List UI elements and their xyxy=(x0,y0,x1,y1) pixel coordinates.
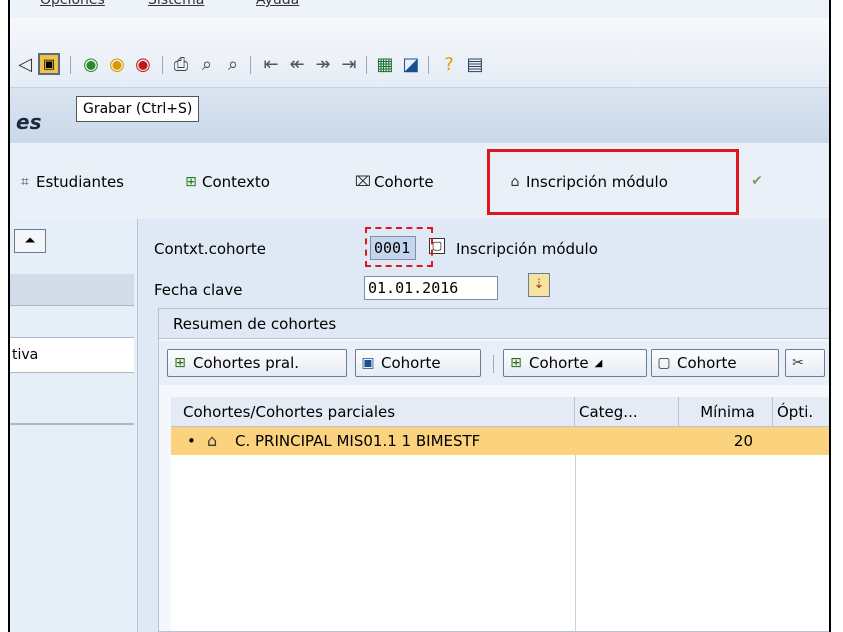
grid-header: Cohortes/Cohortes parciales Categ... Mín… xyxy=(171,397,829,427)
cancel-icon[interactable]: ◉ xyxy=(132,53,154,75)
toolbar-separator xyxy=(70,56,71,74)
save-tooltip: Grabar (Ctrl+S) xyxy=(76,96,200,122)
cohort-minima: 20 xyxy=(733,432,753,450)
cohort-main-icon: ⌂ xyxy=(207,431,218,450)
cohorte-button-2-label: Cohorte xyxy=(529,354,589,372)
menu-opciones[interactable]: Opciones xyxy=(40,0,105,8)
expand-button[interactable]: ⏶ xyxy=(14,229,46,253)
help-icon[interactable]: ? xyxy=(438,53,460,75)
estudiantes-label: Estudiantes xyxy=(36,173,124,191)
left-panel-row[interactable]: tiva xyxy=(10,337,134,373)
check-button[interactable]: ✔ xyxy=(748,173,768,189)
cohorte-button-3-label: Cohorte xyxy=(677,354,737,372)
menu-bar: Opciones Sistema Ayuda xyxy=(10,0,829,18)
dropdown-arrow-icon: ◢ xyxy=(594,357,603,369)
tree-bullet-icon: • xyxy=(187,432,196,450)
cohorte-button[interactable]: ⌧ Cohorte xyxy=(354,173,434,191)
layout-icon[interactable]: ▤ xyxy=(464,53,486,75)
prev-page-icon[interactable]: ↞ xyxy=(286,53,308,75)
focus-marker xyxy=(365,227,433,267)
left-panel-header xyxy=(10,274,134,306)
save-icon[interactable]: ▣ xyxy=(38,53,60,75)
fecha-clave-label: Fecha clave xyxy=(154,281,243,299)
find-icon[interactable]: ⌕ xyxy=(196,53,218,75)
page-title: es xyxy=(16,110,42,134)
cohorte-button-1[interactable]: ▣ Cohorte xyxy=(355,349,481,377)
students-icon: ⌗ xyxy=(21,174,29,190)
hierarchy-icon: ⊞ xyxy=(174,355,186,371)
menu-sistema[interactable]: Sistema xyxy=(148,0,204,8)
back-arrow-icon[interactable]: ◁ xyxy=(14,53,36,75)
cohorte-button-3[interactable]: ▢ Cohorte xyxy=(651,349,779,377)
contexto-description: Inscripción módulo xyxy=(456,240,598,258)
cohorte-button-1-label: Cohorte xyxy=(381,354,441,372)
last-page-icon[interactable]: ⇥ xyxy=(338,53,360,75)
cohortes-pral-label: Cohortes pral. xyxy=(193,354,300,372)
context-icon: ⊞ xyxy=(185,174,197,190)
contexto-label: Contexto xyxy=(202,173,270,191)
cohort-overview-panel: Resumen de cohortes ⊞ Cohortes pral. ▣ C… xyxy=(158,308,829,632)
menu-ayuda[interactable]: Ayuda xyxy=(256,0,299,8)
toolbar-separator xyxy=(162,56,163,74)
first-page-icon[interactable]: ⇤ xyxy=(260,53,282,75)
column-cohortes[interactable]: Cohortes/Cohortes parciales xyxy=(171,397,575,427)
fecha-clave-field[interactable]: 01.01.2016 xyxy=(364,276,498,300)
contexto-button[interactable]: ⊞ Contexto xyxy=(182,173,270,191)
column-categoria[interactable]: Categ... xyxy=(575,397,679,427)
estudiantes-button[interactable]: ⌗ Estudiantes xyxy=(16,173,124,191)
create-hierarchy-icon: ⊞ xyxy=(510,355,522,371)
contexto-cohorte-label: Contxt.cohorte xyxy=(154,240,266,258)
cohort-name: C. PRINCIPAL MIS01.1 1 BIMESTF xyxy=(235,432,481,450)
table-row[interactable]: • ⌂ C. PRINCIPAL MIS01.1 1 BIMESTF 20 xyxy=(171,427,829,455)
panel-toolbar: ⊞ Cohortes pral. ▣ Cohorte ⊞ Cohorte ◢ ▢… xyxy=(159,341,829,385)
new-session-icon[interactable]: ▦ xyxy=(374,53,396,75)
highlight-box xyxy=(487,149,739,215)
binoculars-icon: ⌧ xyxy=(354,174,372,190)
delete-button[interactable]: ✂ xyxy=(785,349,825,377)
column-optima[interactable]: Ópti. xyxy=(773,397,829,427)
grid-body xyxy=(171,455,829,631)
shortcut-icon[interactable]: ◪ xyxy=(400,53,422,75)
panel-toolbar-separator xyxy=(493,355,494,373)
left-panel-divider xyxy=(10,423,134,425)
cohortes-pral-button[interactable]: ⊞ Cohortes pral. xyxy=(167,349,347,377)
column-minima[interactable]: Mínima xyxy=(679,397,773,427)
exit-icon[interactable]: ◉ xyxy=(106,53,128,75)
left-panel: ⏶ tiva xyxy=(10,219,138,632)
check-icon: ✔ xyxy=(751,173,763,189)
toolbar-separator xyxy=(366,56,367,74)
calendar-icon[interactable]: ⇣ xyxy=(528,273,550,297)
find-next-icon[interactable]: ⌕ xyxy=(222,53,244,75)
sap-window: Opciones Sistema Ayuda ◁ ▣ ◉ ◉ ◉ ⎙ ⌕ ⌕ ⇤… xyxy=(8,0,831,632)
new-document-icon: ▢ xyxy=(657,355,671,371)
scissors-icon: ✂ xyxy=(792,355,804,371)
grid-column-divider xyxy=(575,455,576,631)
display-icon: ▣ xyxy=(361,355,375,371)
green-back-icon[interactable]: ◉ xyxy=(80,53,102,75)
standard-toolbar: ◁ ▣ ◉ ◉ ◉ ⎙ ⌕ ⌕ ⇤ ↞ ↠ ⇥ ▦ ◪ ? ▤ xyxy=(10,18,829,88)
cohorte-button-2[interactable]: ⊞ Cohorte ◢ xyxy=(503,349,647,377)
toolbar-separator xyxy=(250,56,251,74)
next-page-icon[interactable]: ↠ xyxy=(312,53,334,75)
cohorte-label: Cohorte xyxy=(374,173,434,191)
toolbar-separator xyxy=(428,56,429,74)
panel-title: Resumen de cohortes xyxy=(159,309,829,339)
print-icon[interactable]: ⎙ xyxy=(170,53,192,75)
